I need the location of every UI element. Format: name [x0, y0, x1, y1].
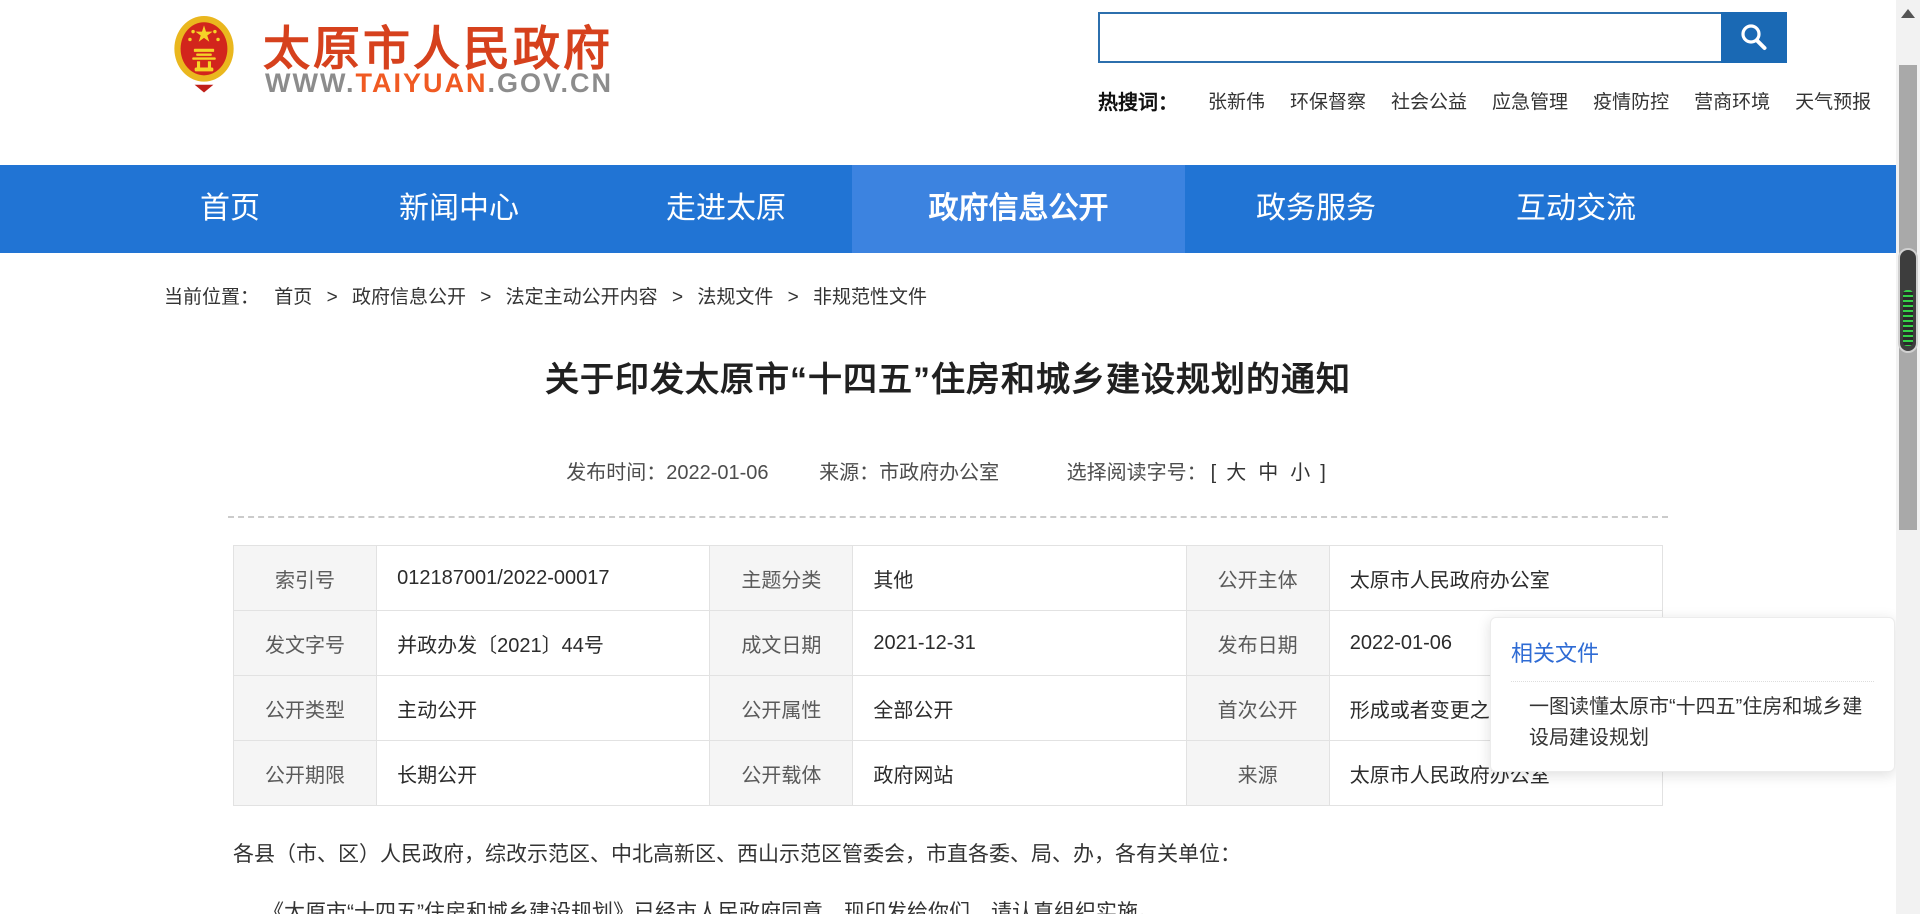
- body-paragraph: 《太原市“十四五”住房和城乡建设规划》已经市人民政府同意，现印发给你们，请认真组…: [233, 898, 1663, 914]
- info-value: 并政办发〔2021〕44号: [377, 611, 710, 676]
- breadcrumb: 当前位置： 首页 > 政府信息公开 > 法定主动公开内容 > 法规文件 > 非规…: [164, 282, 927, 309]
- hot-keyword[interactable]: 疫情防控: [1593, 87, 1669, 114]
- font-size-medium[interactable]: 中: [1258, 462, 1278, 484]
- hot-keyword[interactable]: 营商环境: [1694, 87, 1770, 114]
- info-value: 012187001/2022-00017: [377, 546, 710, 611]
- info-value: 全部公开: [853, 676, 1186, 741]
- breadcrumb-separator: >: [480, 287, 491, 308]
- font-size-large[interactable]: 大: [1226, 462, 1246, 484]
- site-header: 太原市人民政府 WWW.TAIYUAN.GOV.CN 热搜词： 张新伟 环保督察…: [0, 0, 1896, 165]
- publish-date-label: 发布时间：: [566, 462, 666, 484]
- site-url-prefix: WWW.: [265, 68, 355, 98]
- document-info-table: 索引号 012187001/2022-00017 主题分类 其他 公开主体 太原…: [233, 545, 1663, 806]
- related-files-title: 相关文件: [1511, 636, 1874, 682]
- font-size-chooser: 选择阅读字号：[ 大中小]: [1067, 462, 1330, 484]
- publish-date: 发布时间：2022-01-06: [566, 462, 768, 484]
- info-label: 发文字号: [234, 611, 377, 676]
- info-value: 2021-12-31: [853, 611, 1186, 676]
- info-value: 主动公开: [377, 676, 710, 741]
- national-emblem-icon: [165, 8, 243, 106]
- breadcrumb-separator: >: [672, 287, 683, 308]
- breadcrumb-item[interactable]: 法规文件: [697, 287, 773, 308]
- info-label: 来源: [1186, 741, 1329, 806]
- nav-item-news[interactable]: 新闻中心: [399, 165, 519, 253]
- info-value: 长期公开: [377, 741, 710, 806]
- info-value: 太原市人民政府办公室: [1329, 546, 1662, 611]
- breadcrumb-item[interactable]: 法定主动公开内容: [506, 287, 658, 308]
- site-logo[interactable]: 太原市人民政府 WWW.TAIYUAN.GOV.CN: [165, 6, 725, 106]
- article-meta: 发布时间：2022-01-06 来源：市政府办公室 选择阅读字号：[ 大中小]: [233, 456, 1663, 485]
- scroll-marker[interactable]: [1898, 248, 1918, 353]
- nav-item-about[interactable]: 走进太原: [666, 165, 786, 253]
- dashed-divider: [228, 516, 1668, 518]
- font-size-label: 选择阅读字号：: [1067, 462, 1207, 484]
- nav-item-interact[interactable]: 互动交流: [1516, 165, 1636, 253]
- breadcrumb-separator: >: [788, 287, 799, 308]
- search-button[interactable]: [1721, 12, 1787, 63]
- body-paragraph: 各县（市、区）人民政府，综改示范区、中北高新区、西山示范区管委会，市直各委、局、…: [233, 840, 1663, 870]
- article-source-label: 来源：: [819, 462, 879, 484]
- info-label: 公开属性: [710, 676, 853, 741]
- info-label: 公开主体: [1186, 546, 1329, 611]
- search-input[interactable]: [1098, 12, 1721, 63]
- related-file-link[interactable]: 一图读懂太原市“十四五”住房和城乡建设局建设规划: [1529, 692, 1872, 754]
- page: 太原市人民政府 WWW.TAIYUAN.GOV.CN 热搜词： 张新伟 环保督察…: [0, 0, 1920, 914]
- info-label: 公开类型: [234, 676, 377, 741]
- breadcrumb-item[interactable]: 政府信息公开: [352, 287, 466, 308]
- publish-date-value: 2022-01-06: [666, 462, 768, 484]
- hot-search-row: 热搜词： 张新伟 环保督察 社会公益 应急管理 疫情防控 营商环境 天气预报: [1098, 86, 1898, 115]
- info-label: 成文日期: [710, 611, 853, 676]
- scroll-up-icon[interactable]: [1896, 6, 1920, 22]
- info-label: 主题分类: [710, 546, 853, 611]
- info-label: 索引号: [234, 546, 377, 611]
- table-row: 公开期限 长期公开 公开载体 政府网站 来源 太原市人民政府办公室: [234, 741, 1663, 806]
- breadcrumb-separator: >: [327, 287, 338, 308]
- scroll-marker-stripes: [1903, 290, 1913, 346]
- info-label: 发布日期: [1186, 611, 1329, 676]
- article-source: 来源：市政府办公室: [819, 462, 999, 484]
- table-row: 索引号 012187001/2022-00017 主题分类 其他 公开主体 太原…: [234, 546, 1663, 611]
- hot-keyword[interactable]: 社会公益: [1391, 87, 1467, 114]
- info-label: 首次公开: [1186, 676, 1329, 741]
- hot-keyword[interactable]: 天气预报: [1795, 87, 1871, 114]
- page-scrollbar[interactable]: [1896, 0, 1920, 914]
- hot-keyword[interactable]: 环保督察: [1290, 87, 1366, 114]
- main-nav: 首页 新闻中心 走进太原 政府信息公开 政务服务 互动交流: [0, 165, 1896, 253]
- font-size-small[interactable]: 小: [1290, 462, 1310, 484]
- hot-keyword[interactable]: 张新伟: [1208, 87, 1265, 114]
- article-source-value: 市政府办公室: [879, 462, 999, 484]
- nav-item-info-disclosure[interactable]: 政府信息公开: [852, 165, 1185, 253]
- hot-keyword[interactable]: 应急管理: [1492, 87, 1568, 114]
- table-row: 公开类型 主动公开 公开属性 全部公开 首次公开 形成或者变更之日: [234, 676, 1663, 741]
- info-label: 公开载体: [710, 741, 853, 806]
- site-url-highlight: TAIYUAN: [355, 68, 487, 98]
- breadcrumb-label: 当前位置：: [164, 287, 259, 308]
- nav-item-home[interactable]: 首页: [200, 165, 260, 253]
- breadcrumb-item[interactable]: 首页: [274, 287, 312, 308]
- info-value: 政府网站: [853, 741, 1186, 806]
- page-title: 关于印发太原市“十四五”住房和城乡建设规划的通知: [233, 352, 1663, 401]
- search-bar: [1098, 12, 1787, 63]
- nav-item-services[interactable]: 政务服务: [1256, 165, 1376, 253]
- table-row: 发文字号 并政办发〔2021〕44号 成文日期 2021-12-31 发布日期 …: [234, 611, 1663, 676]
- hot-search-label: 热搜词：: [1098, 86, 1178, 115]
- info-value: 其他: [853, 546, 1186, 611]
- breadcrumb-item[interactable]: 非规范性文件: [813, 287, 927, 308]
- site-url-suffix: .GOV.CN: [487, 68, 613, 98]
- info-label: 公开期限: [234, 741, 377, 806]
- related-files-popup: 相关文件 一图读懂太原市“十四五”住房和城乡建设局建设规划: [1490, 617, 1895, 772]
- site-url: WWW.TAIYUAN.GOV.CN: [265, 68, 613, 99]
- font-size-bracket: [: [1211, 462, 1217, 484]
- font-size-bracket: ]: [1320, 462, 1326, 484]
- search-icon: [1737, 21, 1771, 55]
